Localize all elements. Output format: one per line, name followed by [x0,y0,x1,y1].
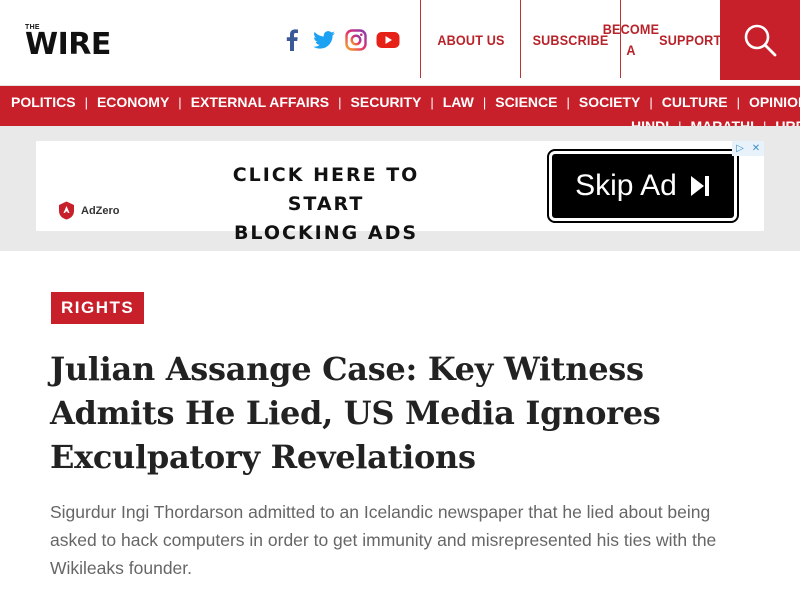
nav-item-society[interactable]: SOCIETY [579,94,640,110]
nav-separator: | [678,118,682,127]
nav-item-culture[interactable]: CULTURE [662,94,728,110]
become-supporter-link[interactable]: BECOME A SUPPORTER [603,0,739,80]
article-headline[interactable]: Julian Assange Case: Key Witness Admits … [50,347,760,479]
facebook-icon[interactable] [280,28,304,52]
nav-separator: | [338,94,342,110]
main-nav: POLITICS | ECONOMY | EXTERNAL AFFAIRS | SECURI… [0,86,800,126]
nav-item-security[interactable]: SECURITY [351,94,422,110]
adzero-label: AdZero [81,204,120,217]
ad-banner[interactable]: CLICK HERE TO START BLOCKING ADS AdZero … [36,141,764,244]
search-button[interactable] [720,0,800,80]
nav-item-external-affairs[interactable]: EXTERNAL AFFAIRS [191,94,329,110]
close-ad-icon[interactable]: ✕ [748,141,764,156]
subscribe-link[interactable]: SUBSCRIBE [528,0,614,80]
ad-line-1: CLICK HERE TO START [232,164,420,215]
nav-list: POLITICS | ECONOMY | EXTERNAL AFFAIRS | SECURI… [11,94,800,110]
adchoices-icon[interactable]: ▷ [732,141,748,156]
header-divider [520,0,521,78]
nav-separator: | [649,94,653,110]
skip-ad-button[interactable]: Skip Ad [547,149,739,223]
nav-separator: | [566,94,570,110]
nav-item-politics[interactable]: POLITICS [11,94,76,110]
nav-item-economy[interactable]: ECONOMY [97,94,169,110]
category-tag[interactable]: RIGHTS [51,292,145,324]
nav-item-marathi[interactable]: MARATHI [691,118,755,126]
logo-main-text: WIRE [25,27,111,62]
article-summary: Sigurdur Ingi Thordarson admitted to an … [50,502,717,578]
skip-next-icon [690,176,709,196]
instagram-icon[interactable] [344,28,368,52]
adchoices-badge[interactable]: ▷ ✕ [732,141,764,156]
adzero-brand: AdZero [58,201,120,220]
nav-item-science[interactable]: SCIENCE [495,94,557,110]
nav-separator: | [482,94,487,110]
youtube-icon[interactable] [376,28,400,52]
nav-item-urdu[interactable]: URDU [775,118,800,126]
nav-item-law[interactable]: LAW [443,94,474,110]
nav-separator: | [736,94,740,110]
search-icon [744,24,777,57]
skip-ad-label: Skip Ad [575,169,677,202]
twitter-icon[interactable] [312,28,336,52]
nav-item-hindi[interactable]: HINDI [631,118,669,126]
header-divider [420,0,421,78]
support-label-line1: BECOME A [602,21,660,58]
nav-separator: | [430,94,434,110]
nav-item-opinion[interactable]: OPINION [749,94,800,110]
site-header: THE WIRE ABOUT US SUBSCRIBE BECOME A SUP… [0,0,800,86]
nav-list-secondary: HINDI | MARATHI | URDU [631,118,800,126]
nav-separator: | [178,94,182,110]
ad-text: CLICK HERE TO START BLOCKING ADS [191,161,461,248]
adzero-logo-icon [59,201,74,220]
site-logo[interactable]: THE WIRE [25,24,125,62]
nav-separator: | [84,94,88,110]
about-us-link[interactable]: ABOUT US [430,0,513,80]
ad-line-2: BLOCKING ADS [233,222,419,244]
nav-separator: | [763,118,767,127]
